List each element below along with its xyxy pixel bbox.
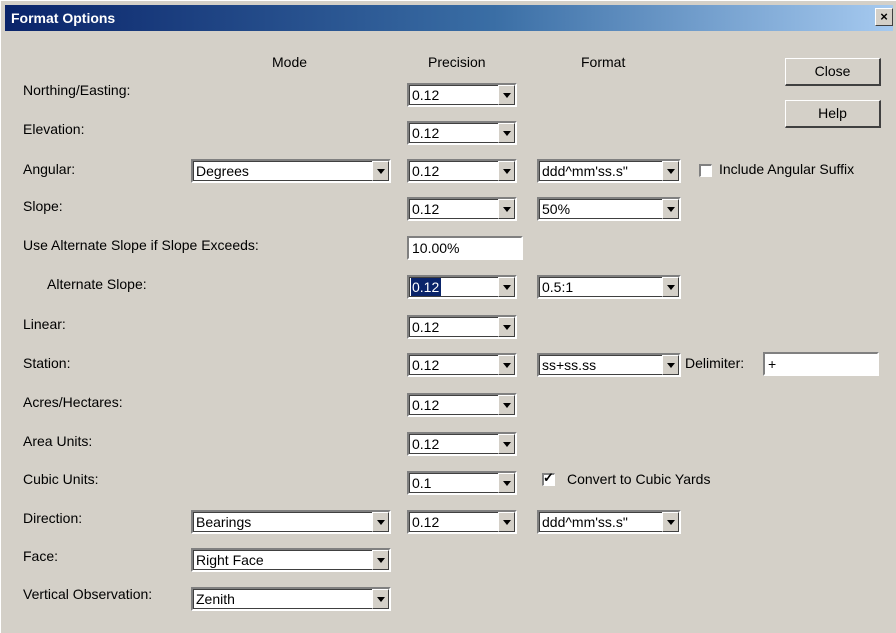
slope-format-value: 50% <box>542 201 571 217</box>
angular-mode-select[interactable]: Degrees <box>191 159 391 183</box>
direction-mode-value: Bearings <box>196 514 252 530</box>
chevron-down-icon[interactable] <box>662 161 679 181</box>
station-format-value: ss+ss.ss <box>542 357 597 373</box>
face-mode-value: Right Face <box>196 552 264 568</box>
slope-format-select[interactable]: 50% <box>537 197 681 221</box>
close-window-icon[interactable]: × <box>875 8 893 26</box>
alternate-slope-threshold-input[interactable]: 10.00% <box>407 236 523 260</box>
slope-precision-value: 0.12 <box>412 201 440 217</box>
chevron-down-icon[interactable] <box>662 277 679 297</box>
slope-label: Slope: <box>23 198 63 214</box>
precision-header: Precision <box>428 54 486 70</box>
window-title: Format Options <box>11 10 116 26</box>
alternate-slope-precision-value: 0.12 <box>411 278 442 296</box>
delimiter-value: + <box>768 356 777 372</box>
elevation-precision-value: 0.12 <box>412 125 440 141</box>
chevron-down-icon[interactable] <box>498 355 515 375</box>
direction-label: Direction: <box>23 510 83 526</box>
station-precision-value: 0.12 <box>412 357 440 373</box>
convert-to-cubic-yards-checkbox[interactable]: ✓ <box>542 470 555 486</box>
format-header: Format <box>581 54 626 70</box>
chevron-down-icon[interactable] <box>498 434 515 454</box>
chevron-down-icon[interactable] <box>498 473 515 493</box>
chevron-down-icon[interactable] <box>372 550 389 570</box>
chevron-down-icon[interactable] <box>498 317 515 337</box>
alternate-slope-format-select[interactable]: 0.5:1 <box>537 275 681 299</box>
angular-precision-select[interactable]: 0.12 <box>407 159 517 183</box>
cubic-units-label: Cubic Units: <box>23 471 99 487</box>
acres-hectares-label: Acres/Hectares: <box>23 394 123 410</box>
angular-label: Angular: <box>23 161 76 177</box>
linear-precision-value: 0.12 <box>412 319 440 335</box>
chevron-down-icon[interactable] <box>498 161 515 181</box>
northing-easting-label: Northing/Easting: <box>23 82 131 98</box>
face-label: Face: <box>23 548 59 564</box>
chevron-down-icon[interactable] <box>662 355 679 375</box>
chevron-down-icon[interactable] <box>662 199 679 219</box>
station-format-select[interactable]: ss+ss.ss <box>537 353 681 377</box>
vertical-observation-mode-select[interactable]: Zenith <box>191 587 391 611</box>
elevation-precision-select[interactable]: 0.12 <box>407 121 517 145</box>
slope-precision-select[interactable]: 0.12 <box>407 197 517 221</box>
direction-mode-select[interactable]: Bearings <box>191 510 391 534</box>
alternate-slope-threshold-value: 10.00% <box>412 240 460 256</box>
cubic-units-precision-value: 0.1 <box>412 475 432 491</box>
angular-mode-value: Degrees <box>196 163 249 179</box>
delimiter-input[interactable]: + <box>763 352 879 376</box>
title-bar[interactable]: Format Options × <box>5 5 893 31</box>
vertical-observation-mode-value: Zenith <box>196 591 235 607</box>
chevron-down-icon[interactable] <box>498 512 515 532</box>
elevation-label: Elevation: <box>23 121 85 137</box>
chevron-down-icon[interactable] <box>662 512 679 532</box>
direction-precision-select[interactable]: 0.12 <box>407 510 517 534</box>
chevron-down-icon[interactable] <box>498 199 515 219</box>
chevron-down-icon[interactable] <box>372 589 389 609</box>
linear-label: Linear: <box>23 316 66 332</box>
angular-precision-value: 0.12 <box>412 163 440 179</box>
format-options-dialog: Format Options × Mode Precision Format C… <box>0 0 896 633</box>
include-angular-suffix-checkbox[interactable] <box>699 164 712 177</box>
direction-format-value: ddd^mm'ss.s" <box>542 514 628 530</box>
linear-precision-select[interactable]: 0.12 <box>407 315 517 339</box>
include-angular-suffix-label: Include Angular Suffix <box>719 161 855 177</box>
direction-format-select[interactable]: ddd^mm'ss.s" <box>537 510 681 534</box>
chevron-down-icon[interactable] <box>498 395 515 415</box>
alternate-slope-threshold-label: Use Alternate Slope if Slope Exceeds: <box>23 237 259 253</box>
face-mode-select[interactable]: Right Face <box>191 548 391 572</box>
chevron-down-icon[interactable] <box>498 85 515 105</box>
direction-precision-value: 0.12 <box>412 514 440 530</box>
alternate-slope-label: Alternate Slope: <box>47 276 147 292</box>
chevron-down-icon[interactable] <box>372 512 389 532</box>
help-button[interactable]: Help <box>785 100 881 128</box>
alternate-slope-format-value: 0.5:1 <box>542 279 574 295</box>
checkmark-icon: ✓ <box>543 470 554 485</box>
acres-hectares-precision-select[interactable]: 0.12 <box>407 393 517 417</box>
northing-easting-precision-select[interactable]: 0.12 <box>407 83 517 107</box>
acres-hectares-precision-value: 0.12 <box>412 397 440 413</box>
chevron-down-icon[interactable] <box>372 161 389 181</box>
area-units-precision-select[interactable]: 0.12 <box>407 432 517 456</box>
chevron-down-icon[interactable] <box>498 123 515 143</box>
area-units-precision-value: 0.12 <box>412 436 440 452</box>
angular-format-select[interactable]: ddd^mm'ss.s" <box>537 159 681 183</box>
chevron-down-icon[interactable] <box>498 277 515 297</box>
station-label: Station: <box>23 355 71 371</box>
station-precision-select[interactable]: 0.12 <box>407 353 517 377</box>
convert-to-cubic-yards-label: Convert to Cubic Yards <box>567 471 711 487</box>
cubic-units-precision-select[interactable]: 0.1 <box>407 471 517 495</box>
close-button[interactable]: Close <box>785 58 881 86</box>
mode-header: Mode <box>272 54 308 70</box>
angular-format-value: ddd^mm'ss.s" <box>542 163 628 179</box>
northing-easting-precision-value: 0.12 <box>412 87 440 103</box>
vertical-observation-label: Vertical Observation: <box>23 586 153 602</box>
alternate-slope-precision-select[interactable]: 0.12 <box>407 275 517 299</box>
area-units-label: Area Units: <box>23 433 93 449</box>
delimiter-label: Delimiter: <box>685 355 745 371</box>
